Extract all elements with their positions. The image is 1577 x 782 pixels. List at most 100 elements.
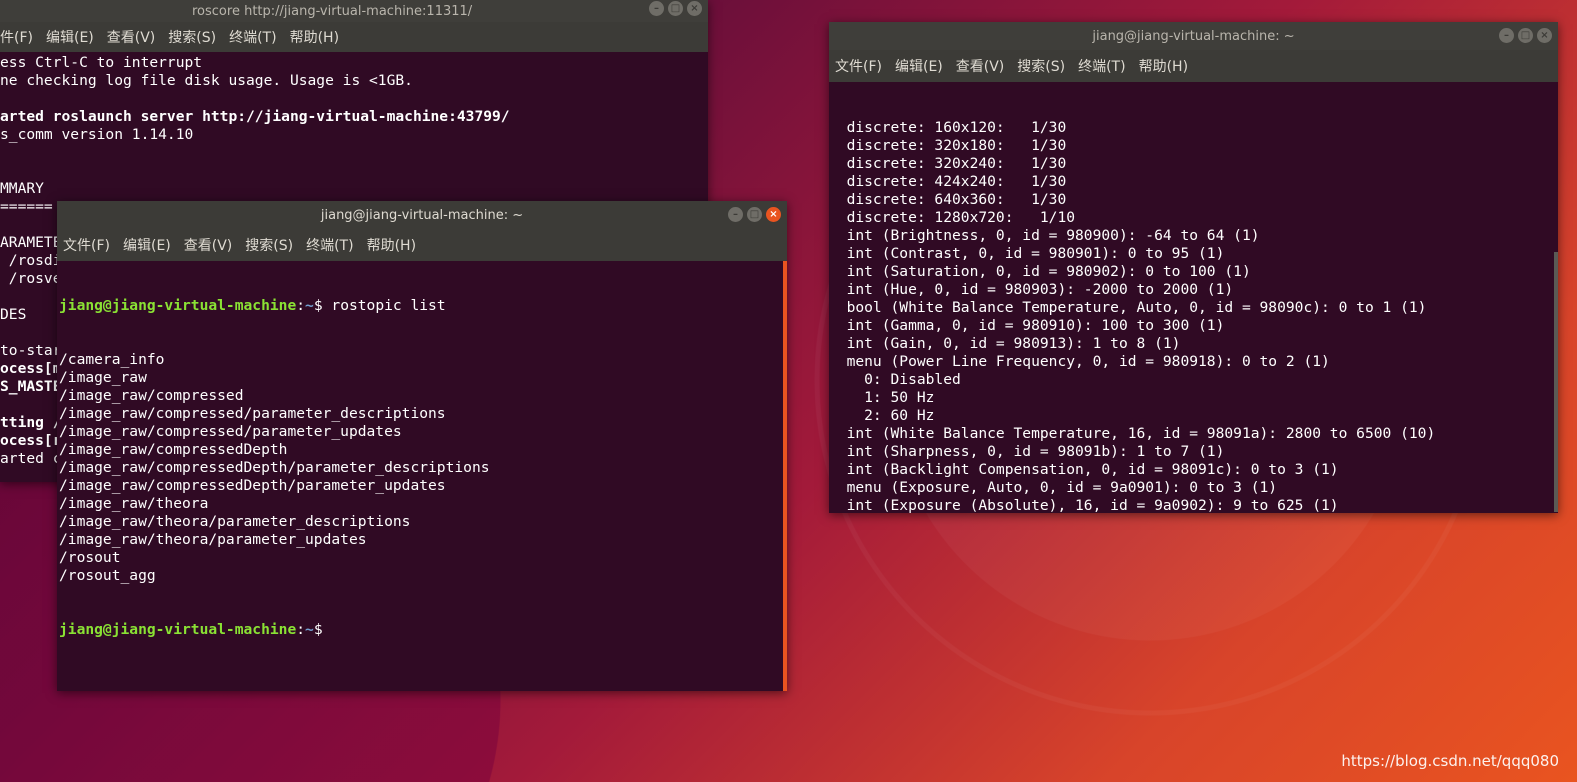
v4l2-terminal-output[interactable]: discrete: 160x120: 1/30 discrete: 320x18… [829, 82, 1558, 514]
terminal-line: int (Backlight Compensation, 0, id = 980… [829, 461, 1339, 478]
v4l2-controls-list: discrete: 160x120: 1/30 discrete: 320x18… [829, 119, 1558, 514]
roscore-menubar: 件(F) 编辑(E) 查看(V) 搜索(S) 终端(T) 帮助(H) [0, 22, 708, 52]
rostopic-window-title: jiang@jiang-virtual-machine: ~ [320, 207, 524, 223]
menu-help[interactable]: 帮助(H) [367, 235, 423, 255]
topic-item: /image_raw/theora [59, 495, 209, 512]
v4l2-terminal-window[interactable]: jiang@jiang-virtual-machine: ~ – □ × 文件(… [829, 22, 1558, 514]
v4l2-window-controls: – □ × [1499, 28, 1552, 43]
command-line: jiang@jiang-virtual-machine:~$ rostopic … [59, 297, 787, 315]
minimize-button[interactable]: – [728, 207, 743, 222]
terminal-line: int (Saturation, 0, id = 980902): 0 to 1… [829, 263, 1251, 280]
watermark-url: https://blog.csdn.net/qqq080 [1341, 752, 1559, 770]
menu-terminal[interactable]: 终端(T) [306, 235, 360, 255]
terminal-line: arted roslaunch server http://jiang-virt… [0, 108, 510, 125]
terminal-line: discrete: 160x120: 1/30 [829, 119, 1067, 136]
menu-edit[interactable]: 编辑(E) [123, 235, 178, 255]
menu-view[interactable]: 查看(V) [956, 56, 1012, 76]
scrollbar[interactable] [783, 261, 787, 691]
menu-view[interactable]: 查看(V) [107, 27, 163, 47]
prompt-colon: : [296, 621, 306, 638]
minimize-button[interactable]: – [1499, 28, 1514, 43]
menu-search[interactable]: 搜索(S) [245, 235, 300, 255]
maximize-button[interactable]: □ [747, 207, 762, 222]
menu-terminal[interactable]: 终端(T) [229, 27, 283, 47]
terminal-line: discrete: 1280x720: 1/10 [829, 209, 1076, 226]
terminal-line: MMARY [0, 180, 44, 197]
v4l2-window-title: jiang@jiang-virtual-machine: ~ [1092, 28, 1295, 44]
rostopic-terminal-window[interactable]: jiang@jiang-virtual-machine: ~ – □ × 文件(… [57, 201, 787, 691]
prompt-user: jiang@jiang-virtual-machine [59, 621, 297, 638]
menu-file[interactable]: 件(F) [0, 27, 40, 47]
topic-item: /image_raw/compressed [59, 387, 244, 404]
topic-item: /image_raw/theora/parameter_descriptions [59, 513, 411, 530]
menu-file[interactable]: 文件(F) [63, 235, 117, 255]
topic-item: /rosout_agg [59, 567, 156, 584]
rostopic-window-controls: – □ × [728, 207, 781, 222]
roscore-window-title: roscore http://jiang-virtual-machine:113… [192, 3, 473, 19]
rostopic-menubar: 文件(F) 编辑(E) 查看(V) 搜索(S) 终端(T) 帮助(H) [57, 229, 787, 261]
terminal-line: int (Sharpness, 0, id = 98091b): 1 to 7 … [829, 443, 1225, 460]
terminal-line: discrete: 320x240: 1/30 [829, 155, 1067, 172]
roscore-window-controls: – □ × [649, 1, 702, 16]
roscore-titlebar[interactable]: roscore http://jiang-virtual-machine:113… [0, 0, 708, 22]
terminal-line: menu (Exposure, Auto, 0, id = 9a0901): 0… [829, 479, 1278, 496]
terminal-line: menu (Power Line Frequency, 0, id = 9809… [829, 353, 1330, 370]
terminal-line: 2: 60 Hz [829, 407, 935, 424]
v4l2-menubar: 文件(F) 编辑(E) 查看(V) 搜索(S) 终端(T) 帮助(H) [829, 50, 1558, 82]
topic-item: /camera_info [59, 351, 165, 368]
topic-list: /camera_info/image_raw/image_raw/compres… [59, 351, 787, 585]
menu-edit[interactable]: 编辑(E) [895, 56, 950, 76]
close-button[interactable]: × [687, 1, 702, 16]
maximize-button[interactable]: □ [668, 1, 683, 16]
terminal-line: int (Brightness, 0, id = 980900): -64 to… [829, 227, 1260, 244]
terminal-line: ne checking log file disk usage. Usage i… [0, 72, 413, 89]
terminal-line: discrete: 320x180: 1/30 [829, 137, 1067, 154]
menu-search[interactable]: 搜索(S) [168, 27, 223, 47]
menu-help[interactable]: 帮助(H) [1139, 56, 1195, 76]
terminal-line: ess Ctrl-C to interrupt [0, 54, 203, 71]
menu-file[interactable]: 文件(F) [835, 56, 889, 76]
prompt-path: ~ [305, 621, 314, 638]
terminal-line: int (Exposure (Absolute), 16, id = 9a090… [829, 497, 1339, 514]
prompt-symbol: $ [313, 621, 323, 638]
active-prompt-line[interactable]: jiang@jiang-virtual-machine:~$ [59, 621, 787, 639]
menu-terminal[interactable]: 终端(T) [1078, 56, 1132, 76]
v4l2-titlebar[interactable]: jiang@jiang-virtual-machine: ~ – □ × [829, 22, 1558, 50]
command-text: rostopic list [322, 297, 446, 314]
menu-view[interactable]: 查看(V) [184, 235, 240, 255]
topic-item: /image_raw/compressedDepth [59, 441, 288, 458]
topic-item: /image_raw/compressedDepth/parameter_des… [59, 459, 490, 476]
minimize-button[interactable]: – [649, 1, 664, 16]
menu-search[interactable]: 搜索(S) [1017, 56, 1072, 76]
terminal-line: s_comm version 1.14.10 [0, 126, 194, 143]
terminal-line: int (Gamma, 0, id = 980910): 100 to 300 … [829, 317, 1225, 334]
terminal-line: bool (White Balance Temperature, Auto, 0… [829, 299, 1427, 316]
prompt-path: ~ [305, 297, 314, 314]
topic-item: /image_raw/compressedDepth/parameter_upd… [59, 477, 446, 494]
terminal-line: 0: Disabled [829, 371, 961, 388]
scrollbar[interactable] [1554, 252, 1558, 512]
terminal-line: 1: 50 Hz [829, 389, 935, 406]
close-button[interactable]: × [1537, 28, 1552, 43]
prompt-symbol: $ [313, 297, 323, 314]
prompt-user: jiang@jiang-virtual-machine [59, 297, 297, 314]
terminal-line: int (Gain, 0, id = 980913): 1 to 8 (1) [829, 335, 1181, 352]
terminal-line: discrete: 424x240: 1/30 [829, 173, 1067, 190]
topic-item: /image_raw [59, 369, 147, 386]
rostopic-titlebar[interactable]: jiang@jiang-virtual-machine: ~ – □ × [57, 201, 787, 229]
terminal-line: discrete: 640x360: 1/30 [829, 191, 1067, 208]
close-button[interactable]: × [766, 207, 781, 222]
maximize-button[interactable]: □ [1518, 28, 1533, 43]
topic-item: /image_raw/theora/parameter_updates [59, 531, 367, 548]
menu-edit[interactable]: 编辑(E) [46, 27, 101, 47]
rostopic-terminal-output[interactable]: jiang@jiang-virtual-machine:~$ rostopic … [57, 261, 787, 691]
terminal-line: int (Hue, 0, id = 980903): -2000 to 2000… [829, 281, 1234, 298]
topic-item: /image_raw/compressed/parameter_updates [59, 423, 402, 440]
topic-item: /image_raw/compressed/parameter_descript… [59, 405, 446, 422]
topic-item: /rosout [59, 549, 121, 566]
menu-help[interactable]: 帮助(H) [290, 27, 346, 47]
terminal-line: int (Contrast, 0, id = 980901): 0 to 95 … [829, 245, 1225, 262]
